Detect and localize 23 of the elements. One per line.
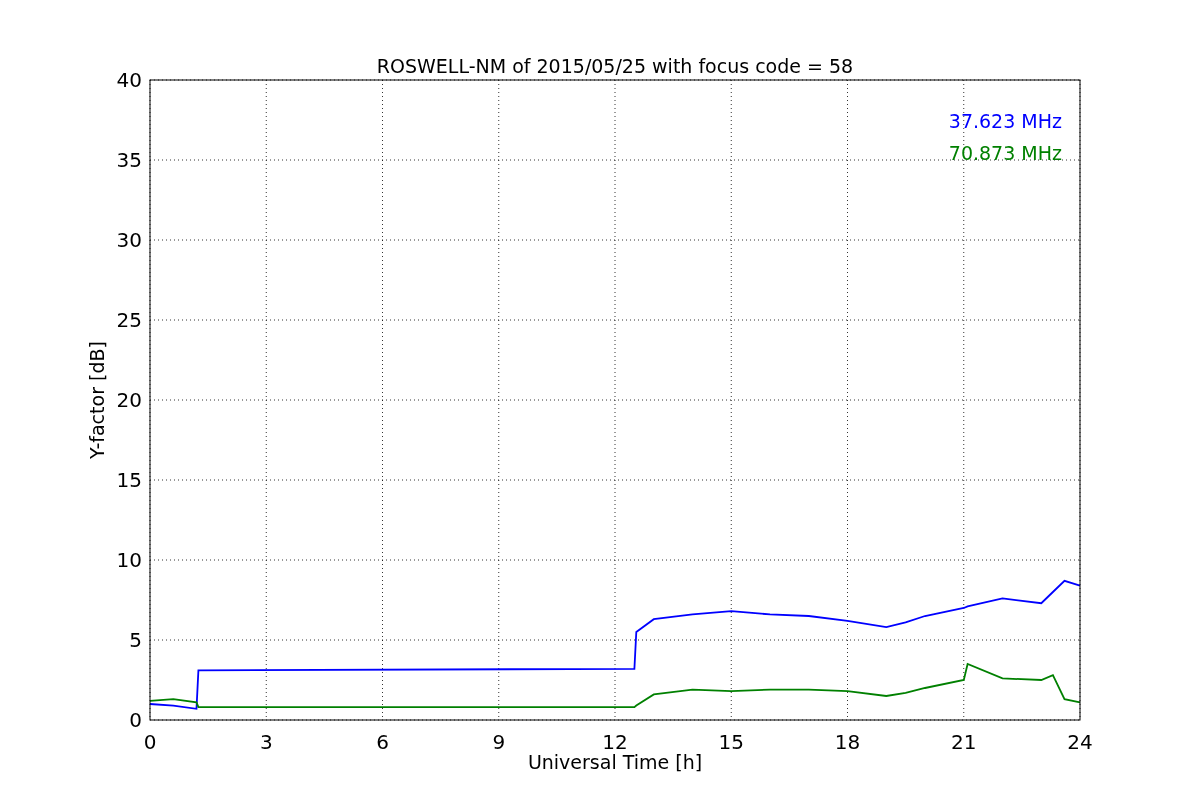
legend-label: 37.623 MHz [948, 110, 1062, 132]
tick-label: 3 [259, 730, 273, 754]
axis-label: Y-factor [dB] [86, 341, 108, 459]
tick-label: 21 [951, 730, 977, 754]
chart-title: ROSWELL-NM of 2015/05/25 with focus code = 58 [376, 55, 854, 77]
tick-label: 24 [1067, 730, 1093, 754]
tick-label: 25 [116, 308, 142, 332]
tick-label: 30 [116, 228, 142, 252]
tick-label: 15 [116, 468, 142, 492]
axis-label: Universal Time [h] [527, 751, 703, 773]
tick-label: 40 [116, 68, 142, 92]
tick-label: 15 [718, 730, 744, 754]
tick-label: 18 [834, 730, 861, 754]
tick-label: 12 [602, 730, 628, 754]
tick-label: 10 [116, 548, 142, 572]
tick-label: 20 [116, 388, 142, 412]
tick-label: 0 [143, 730, 157, 754]
tick-label: 9 [492, 730, 506, 754]
tick-label: 35 [116, 148, 142, 172]
tick-label: 0 [129, 708, 142, 732]
tick-label: 6 [376, 730, 389, 754]
tick-label: 5 [129, 628, 142, 652]
legend-label: 70.873 MHz [948, 142, 1062, 164]
